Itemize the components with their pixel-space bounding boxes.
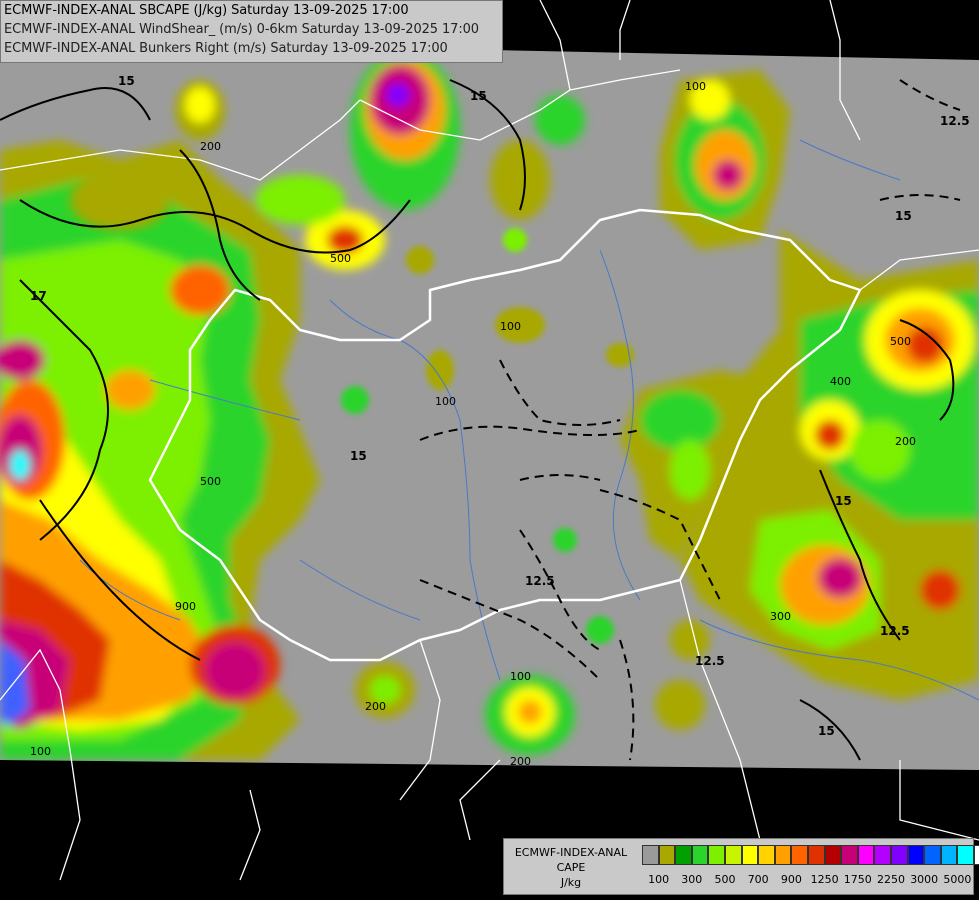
legend-swatch bbox=[824, 845, 842, 865]
cape-label: 200 bbox=[510, 755, 531, 768]
legend-tick-label: 1250 bbox=[810, 873, 839, 886]
legend-tick-label: 500 bbox=[714, 873, 736, 886]
legend-swatch bbox=[841, 845, 858, 865]
cape-label: 500 bbox=[200, 475, 221, 488]
legend-swatch bbox=[907, 845, 925, 865]
shear-label: 15 bbox=[895, 209, 912, 223]
legend-swatch bbox=[741, 845, 759, 865]
legend-tick-label: 700 bbox=[747, 873, 769, 886]
header-line-cape: ECMWF-INDEX-ANAL SBCAPE (J/kg) Saturday … bbox=[4, 3, 409, 18]
header-line-bunkers: ECMWF-INDEX-ANAL Bunkers Right (m/s) Sat… bbox=[4, 41, 448, 56]
shear-label: 15 bbox=[835, 494, 852, 508]
legend-swatch bbox=[675, 845, 692, 865]
legend-swatch bbox=[924, 845, 941, 865]
legend-title: ECMWF-INDEX-ANAL CAPE J/kg bbox=[506, 845, 636, 890]
cape-label: 400 bbox=[830, 375, 851, 388]
legend-swatches bbox=[642, 845, 979, 865]
cape-legend: ECMWF-INDEX-ANAL CAPE J/kg 100 300 500 700 9… bbox=[503, 838, 979, 895]
legend-swatch bbox=[807, 845, 825, 865]
shear-label: 15 bbox=[118, 74, 135, 88]
legend-tick-label: 1750 bbox=[843, 873, 872, 886]
shear-label: 15 bbox=[350, 449, 367, 463]
legend-swatch bbox=[758, 845, 775, 865]
shear-label: 12.5 bbox=[525, 574, 555, 588]
legend-swatch bbox=[957, 845, 974, 865]
legend-swatch bbox=[724, 845, 742, 865]
legend-title-param: CAPE bbox=[556, 861, 586, 874]
legend-swatch bbox=[791, 845, 808, 865]
cape-label: 900 bbox=[175, 600, 196, 613]
legend-tick-label: 3000 bbox=[910, 873, 939, 886]
shear-label: 15 bbox=[818, 724, 835, 738]
legend-swatch bbox=[774, 845, 792, 865]
cape-label: 200 bbox=[365, 700, 386, 713]
cape-label: 100 bbox=[500, 320, 521, 333]
cape-label: 200 bbox=[200, 140, 221, 153]
header-line-windshear: ECMWF-INDEX-ANAL WindShear_ (m/s) 0-6km … bbox=[4, 22, 479, 37]
legend-swatch bbox=[658, 845, 676, 865]
legend-swatch bbox=[874, 845, 891, 865]
legend-tick-label: 300 bbox=[681, 873, 703, 886]
shear-label: 12.5 bbox=[940, 114, 970, 128]
cape-map: 15 17 15 12.5 15 12.5 12.5 12.5 15 15 15… bbox=[0, 0, 979, 900]
legend-tick-label: 2250 bbox=[877, 873, 905, 886]
legend-swatch bbox=[708, 845, 725, 865]
legend-swatch bbox=[940, 845, 958, 865]
cape-label: 200 bbox=[895, 435, 916, 448]
legend-tick-label: 100 bbox=[648, 873, 670, 886]
legend-swatch bbox=[642, 845, 659, 865]
cape-label: 100 bbox=[30, 745, 51, 758]
legend-swatch bbox=[857, 845, 875, 865]
cape-label: 100 bbox=[685, 80, 706, 93]
shear-label: 12.5 bbox=[880, 624, 910, 638]
legend-tick-label: 900 bbox=[780, 873, 802, 886]
shear-label: 15 bbox=[470, 89, 487, 103]
header-panel: ECMWF-INDEX-ANAL SBCAPE (J/kg) Saturday … bbox=[0, 0, 503, 63]
legend-tick-label: 5000 bbox=[943, 873, 972, 886]
cape-label: 100 bbox=[510, 670, 531, 683]
legend-ticks: 100 300 500 700 900 1250 1750 2250 3000 5000 bbox=[642, 873, 972, 889]
legend-swatch bbox=[890, 845, 908, 865]
legend-swatch bbox=[691, 845, 709, 865]
cape-label: 100 bbox=[435, 395, 456, 408]
shear-label: 17 bbox=[30, 289, 47, 303]
legend-title-source: ECMWF-INDEX-ANAL bbox=[514, 846, 628, 859]
cape-label: 500 bbox=[330, 252, 351, 265]
shear-label: 12.5 bbox=[695, 654, 725, 668]
cape-label: 300 bbox=[770, 610, 791, 623]
cape-label: 500 bbox=[890, 335, 911, 348]
legend-title-unit: J/kg bbox=[560, 876, 582, 889]
legend-swatch bbox=[973, 845, 979, 865]
